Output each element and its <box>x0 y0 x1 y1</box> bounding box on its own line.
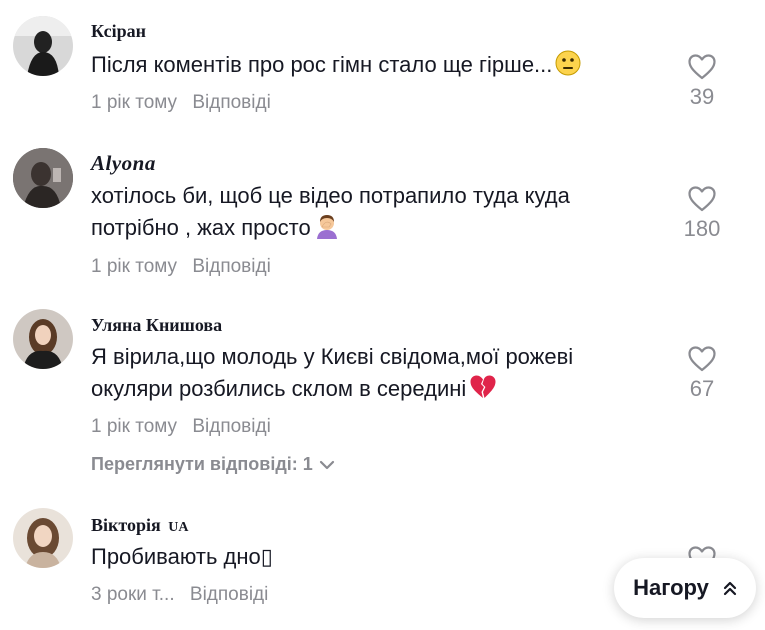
comment-username[interactable]: Вікторія UA <box>91 515 188 536</box>
like-count: 67 <box>689 376 715 401</box>
comment-meta: 3 роки т... Відповіді <box>91 584 268 606</box>
comment-username[interactable]: Уляна Книшова <box>91 315 222 336</box>
avatar[interactable] <box>13 309 73 369</box>
comment-text-line: Пробивають дно▯ <box>91 544 273 569</box>
view-replies-label: Переглянути відповіді: 1 <box>91 454 313 474</box>
comment-username[interactable]: Alyona <box>91 151 156 176</box>
back-to-top-button[interactable]: Нагору <box>614 558 756 618</box>
broken-heart-icon <box>469 374 497 409</box>
like-control[interactable]: 180 <box>672 186 732 242</box>
comment-text: Я вірила,що молодь у Києві свідома,мої р… <box>91 341 631 409</box>
avatar[interactable] <box>13 16 73 76</box>
comment-meta: 1 рік тому Відповіді <box>91 416 271 438</box>
avatar[interactable] <box>13 148 73 208</box>
comment-text-line: потрібно , жах просто <box>91 215 311 240</box>
comment-meta: 1 рік тому Відповіді <box>91 256 271 278</box>
like-count: 180 <box>683 216 721 241</box>
view-replies-button[interactable]: Переглянути відповіді: 1 <box>91 454 335 475</box>
heart-icon[interactable] <box>688 186 716 212</box>
reply-button[interactable]: Відповіді <box>192 416 270 437</box>
comment-text-line: окуляри розбились склом в середині <box>91 376 467 401</box>
comment-time: 1 рік тому <box>91 256 178 277</box>
reply-button[interactable]: Відповіді <box>192 92 270 113</box>
comment-meta: 1 рік тому Відповіді <box>91 92 271 114</box>
like-control[interactable]: 39 <box>672 54 732 110</box>
username-badge: UA <box>168 520 189 535</box>
like-count: 39 <box>689 84 715 109</box>
chevron-down-icon <box>319 461 334 470</box>
back-to-top-label: Нагору <box>633 575 709 600</box>
heart-icon[interactable] <box>688 346 716 372</box>
comment-text: хотілось би, щоб це відео потрапило туда… <box>91 180 631 248</box>
comment-username[interactable]: Ксіран <box>91 21 146 42</box>
avatar[interactable] <box>13 508 73 568</box>
neutral-face-icon <box>555 50 581 85</box>
double-chevron-up-icon <box>723 581 737 596</box>
reply-button[interactable]: Відповіді <box>190 584 268 605</box>
comment-text-line: Після коментів про рос гімн стало ще гір… <box>91 52 553 77</box>
comment-text: Пробивають дно▯ <box>91 541 631 573</box>
comment-time: 3 роки т... <box>91 584 175 605</box>
username-text: Вікторія <box>91 515 161 535</box>
comment-text-line: хотілось би, щоб це відео потрапило туда… <box>91 183 570 208</box>
reply-button[interactable]: Відповіді <box>192 256 270 277</box>
like-control[interactable]: 67 <box>672 346 732 402</box>
heart-icon[interactable] <box>688 54 716 80</box>
comment-time: 1 рік тому <box>91 92 178 113</box>
comment-time: 1 рік тому <box>91 416 178 437</box>
comment-text: Після коментів про рос гімн стало ще гір… <box>91 49 631 85</box>
comment-text-line: Я вірила,що молодь у Києві свідома,мої р… <box>91 344 574 369</box>
facepalm-icon <box>314 213 340 248</box>
